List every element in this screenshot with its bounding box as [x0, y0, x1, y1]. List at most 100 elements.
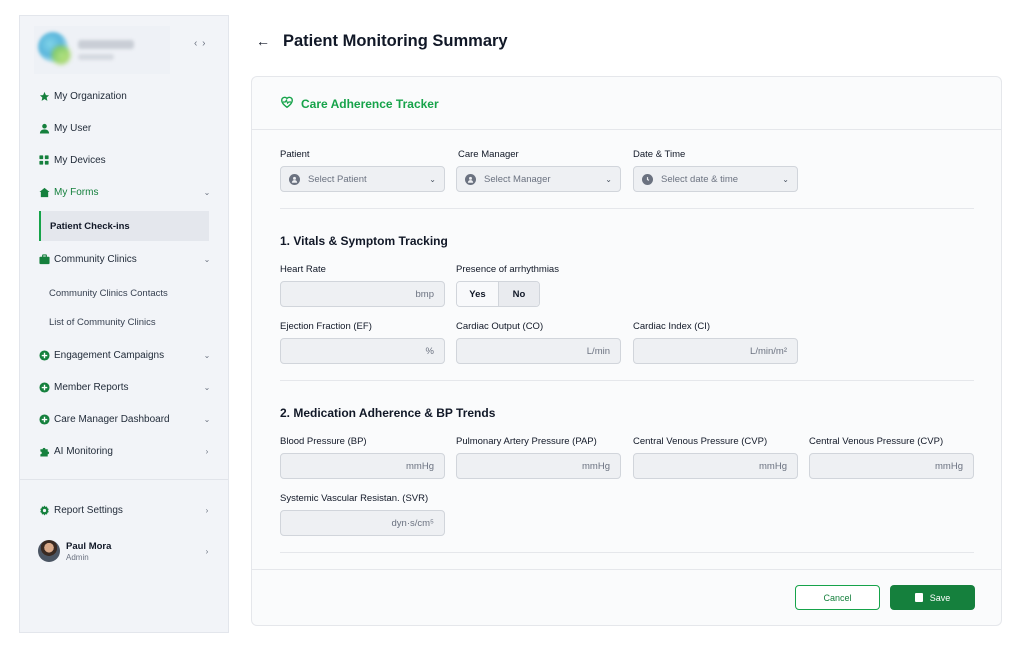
save-button[interactable]: Save — [890, 585, 975, 610]
sidebar-item-label: Care Manager Dashboard — [54, 413, 170, 425]
sidebar-item-label: My Organization — [54, 90, 127, 102]
cardiac-output-label: Cardiac Output (CO) — [456, 321, 544, 332]
pap-label: Pulmonary Artery Pressure (PAP) — [456, 436, 597, 447]
ejection-fraction-unit: % — [425, 345, 434, 357]
ejection-fraction-label: Ejection Fraction (EF) — [280, 321, 372, 332]
chevron-right-icon[interactable]: › — [202, 447, 212, 456]
sidebar-item-care-manager-dashboard[interactable]: Care Manager Dashboard ⌄ — [38, 409, 212, 429]
cancel-button[interactable]: Cancel — [795, 585, 880, 610]
blood-pressure-input[interactable]: mmHg — [280, 453, 445, 479]
user-circle-icon — [465, 173, 476, 185]
page-title: Patient Monitoring Summary — [283, 32, 508, 50]
logo-wordmark — [78, 40, 134, 49]
cvp-unit-1: mmHg — [759, 460, 787, 472]
grid-icon — [38, 154, 50, 166]
user-role: Admin — [66, 552, 89, 562]
sidebar-item-ai-monitoring[interactable]: AI Monitoring › — [38, 441, 212, 461]
plus-circle-icon — [38, 413, 50, 425]
chevron-right-icon[interactable]: › — [202, 506, 212, 515]
chevron-down-icon: ⌄ — [782, 174, 789, 184]
sidebar-subitem-clinics-list[interactable]: List of Community Clinics — [49, 314, 211, 330]
chevron-down-icon: ⌄ — [605, 174, 612, 184]
sidebar-collapse-toggle[interactable]: ‹ › — [194, 38, 206, 49]
chevron-down-icon: ⌄ — [429, 174, 436, 184]
cardiac-index-label: Cardiac Index (CI) — [633, 321, 711, 332]
save-button-label: Save — [929, 592, 951, 603]
section-medication-title: 2. Medication Adherence & BP Trends — [280, 406, 496, 420]
sidebar-item-my-devices[interactable]: My Devices — [38, 150, 212, 170]
care-manager-select-placeholder: Select Manager — [484, 173, 551, 185]
section-divider — [280, 208, 974, 209]
card-title: Care Adherence Tracker — [301, 97, 439, 111]
brand-logo[interactable] — [34, 26, 170, 74]
care-manager-select[interactable]: Select Manager ⌄ — [456, 166, 621, 192]
sidebar-subitem-clinics-contacts[interactable]: Community Clinics Contacts — [49, 285, 211, 301]
sidebar-item-engagement-campaigns[interactable]: Engagement Campaigns ⌄ — [38, 345, 212, 365]
sidebar-item-community-clinics[interactable]: Community Clinics ⌄ — [38, 249, 212, 269]
save-icon — [914, 593, 923, 602]
avatar — [38, 540, 60, 562]
heart-rate-input[interactable]: bmp — [280, 281, 445, 307]
patient-select[interactable]: Select Patient ⌄ — [280, 166, 445, 192]
cvp-input-1[interactable]: mmHg — [633, 453, 798, 479]
date-time-picker[interactable]: Select date & time ⌄ — [633, 166, 798, 192]
logo-mark-accent — [50, 44, 72, 66]
cvp-label-2: Central Venous Pressure (CVP) — [809, 436, 944, 447]
heart-rate-unit: bmp — [415, 288, 434, 300]
cvp-input-2[interactable]: mmHg — [809, 453, 974, 479]
back-arrow-icon[interactable]: ← — [256, 33, 270, 49]
section-divider — [280, 552, 974, 553]
sidebar-item-label: Engagement Campaigns — [54, 349, 165, 361]
date-time-label: Date & Time — [633, 149, 686, 160]
user-circle-icon — [289, 173, 300, 185]
puzzle-icon — [38, 445, 50, 457]
arrhythmias-label: Presence of arrhythmias — [456, 264, 559, 275]
blood-pressure-unit: mmHg — [406, 460, 434, 472]
arrhythmias-yes-button[interactable]: Yes — [457, 282, 498, 306]
plus-circle-icon — [38, 381, 50, 393]
chevron-down-icon[interactable]: ⌄ — [202, 415, 212, 424]
heart-rate-label: Heart Rate — [280, 264, 326, 275]
sidebar-item-label: My Forms — [54, 186, 99, 198]
sidebar: ‹ › My Organization My User My Devices M… — [19, 15, 229, 633]
svr-label: Systemic Vascular Resistan. (SVR) — [280, 493, 429, 504]
patient-label: Patient — [280, 149, 310, 160]
sidebar-item-my-forms[interactable]: My Forms ⌄ — [38, 182, 212, 202]
chevron-down-icon[interactable]: ⌄ — [202, 188, 212, 197]
sidebar-subitem-patient-checkins[interactable]: Patient Check-ins — [39, 211, 209, 241]
user-profile[interactable]: Paul Mora Admin › — [38, 536, 212, 566]
cardiac-index-unit: L/min/m² — [750, 345, 787, 357]
svr-input[interactable]: dyn·s/cm⁵ — [280, 510, 445, 536]
clock-icon — [642, 173, 653, 185]
sidebar-item-my-user[interactable]: My User — [38, 118, 212, 138]
home-icon — [38, 186, 50, 198]
pap-input[interactable]: mmHg — [456, 453, 621, 479]
chevron-down-icon[interactable]: ⌄ — [202, 383, 212, 392]
sidebar-item-label: My Devices — [54, 154, 106, 166]
chevron-right-icon[interactable]: › — [202, 547, 212, 556]
patient-select-placeholder: Select Patient — [308, 173, 367, 185]
sidebar-subitem-label: List of Community Clinics — [49, 316, 156, 328]
chevron-down-icon[interactable]: ⌄ — [202, 351, 212, 360]
chevron-down-icon[interactable]: ⌄ — [202, 255, 212, 264]
cvp-unit-2: mmHg — [935, 460, 963, 472]
pap-unit: mmHg — [582, 460, 610, 472]
logo-tagline — [78, 54, 114, 60]
care-manager-label: Care Manager — [458, 149, 519, 160]
user-info: Paul Mora Admin — [66, 541, 202, 562]
card-header: Care Adherence Tracker — [252, 77, 1001, 130]
blood-pressure-label: Blood Pressure (BP) — [280, 436, 367, 447]
sidebar-item-label: My User — [54, 122, 92, 134]
cardiac-index-input[interactable]: L/min/m² — [633, 338, 798, 364]
user-name: Paul Mora — [66, 540, 112, 552]
gear-icon — [38, 504, 50, 516]
ejection-fraction-input[interactable]: % — [280, 338, 445, 364]
cardiac-output-input[interactable]: L/min — [456, 338, 621, 364]
arrhythmias-no-button[interactable]: No — [498, 282, 539, 306]
sidebar-item-report-settings[interactable]: Report Settings › — [38, 500, 212, 520]
form-card: Care Adherence Tracker Patient Select Pa… — [251, 76, 1002, 626]
heart-pulse-icon — [280, 95, 294, 109]
sidebar-item-my-organization[interactable]: My Organization — [38, 86, 212, 106]
briefcase-icon — [38, 253, 50, 265]
sidebar-item-member-reports[interactable]: Member Reports ⌄ — [38, 377, 212, 397]
